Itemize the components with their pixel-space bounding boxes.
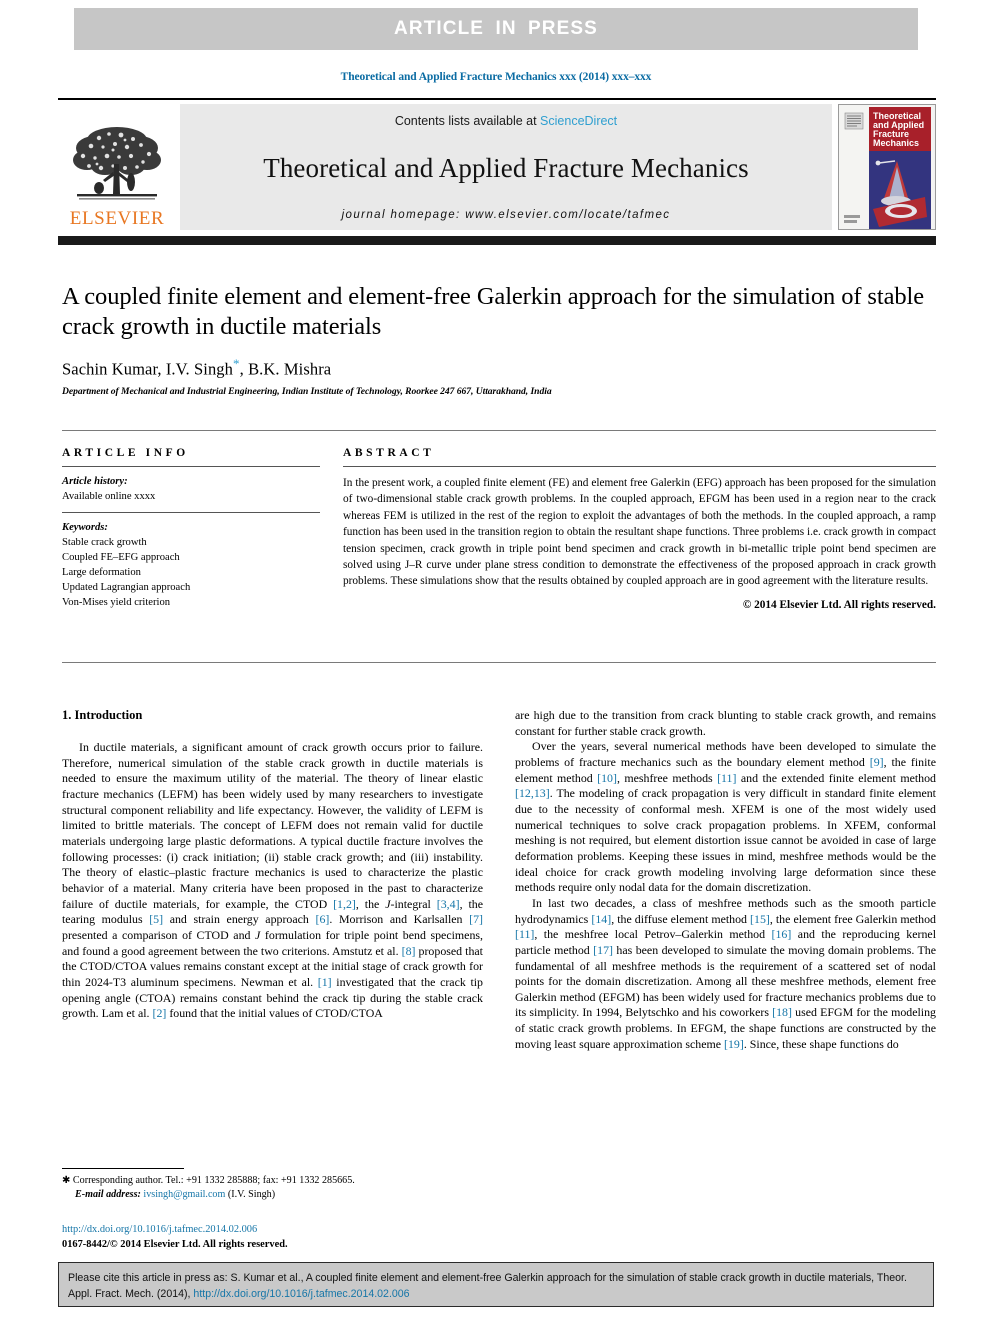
email-link[interactable]: ivsingh@gmail.com bbox=[143, 1189, 225, 1200]
authors-rest: , B.K. Mishra bbox=[239, 359, 332, 379]
body-paragraph: Over the years, several numerical method… bbox=[515, 739, 936, 895]
citation-reference[interactable]: [18] bbox=[772, 1005, 792, 1019]
abstract-column: ABSTRACT In the present work, a coupled … bbox=[343, 447, 936, 618]
body-column-right: are high due to the transition from crac… bbox=[515, 708, 936, 1052]
corresponding-author-note: ✱ Corresponding author. Tel.: +91 1332 2… bbox=[62, 1174, 483, 1188]
contents-lists-prefix: Contents lists available at bbox=[394, 114, 541, 128]
body-paragraph: In ductile materials, a significant amou… bbox=[62, 740, 484, 1021]
citation-doi-link[interactable]: http://dx.doi.org/10.1016/j.tafmec.2014.… bbox=[193, 1288, 409, 1300]
issn-copyright-line: 0167-8442/© 2014 Elsevier Ltd. All right… bbox=[62, 1239, 288, 1251]
corresponding-author-text: Corresponding author. Tel.: +91 1332 285… bbox=[72, 1175, 355, 1186]
citation-reference[interactable]: [2] bbox=[152, 1006, 166, 1020]
keyword-item: Large deformation bbox=[62, 567, 141, 579]
article-history-group: Article history: Available online xxxx bbox=[62, 467, 320, 512]
keyword-item: Von-Mises yield criterion bbox=[62, 597, 171, 609]
citation-reference[interactable]: [7] bbox=[469, 912, 483, 926]
asterisk-icon: ✱ bbox=[62, 1175, 71, 1186]
journal-cover-thumbnail[interactable]: Theoretical and Applied Fracture Mechani… bbox=[838, 104, 936, 230]
keywords-label: Keywords: bbox=[62, 522, 108, 534]
abstract-copyright: © 2014 Elsevier Ltd. All rights reserved… bbox=[742, 598, 936, 611]
citation-reference[interactable]: [19] bbox=[724, 1037, 744, 1051]
svg-text:Mechanics: Mechanics bbox=[873, 138, 919, 148]
doi-link[interactable]: http://dx.doi.org/10.1016/j.tafmec.2014.… bbox=[62, 1222, 288, 1237]
keywords-group: Keywords: Stable crack growth Coupled FE… bbox=[62, 513, 320, 618]
citation-reference[interactable]: [8] bbox=[402, 944, 416, 958]
info-top-rule bbox=[62, 430, 936, 431]
sciencedirect-link[interactable]: ScienceDirect bbox=[540, 114, 617, 128]
article-header: A coupled finite element and element-fre… bbox=[62, 282, 936, 397]
citation-reference[interactable]: [11] bbox=[515, 927, 534, 941]
corresponding-author-marker[interactable]: * bbox=[233, 356, 240, 371]
authors-first: Sachin Kumar, I.V. Singh bbox=[62, 359, 234, 379]
citation-box: Please cite this article in press as: S.… bbox=[58, 1262, 934, 1307]
email-address-label: E-mail address: bbox=[75, 1189, 141, 1201]
journal-masthead: ELSEVIER Contents lists available at Sci… bbox=[58, 98, 936, 230]
doi-block: http://dx.doi.org/10.1016/j.tafmec.2014.… bbox=[62, 1222, 288, 1252]
email-owner: (I.V. Singh) bbox=[227, 1189, 276, 1201]
body-paragraph: are high due to the transition from crac… bbox=[515, 708, 936, 738]
body-column-left: 1. Introduction In ductile materials, a … bbox=[62, 708, 483, 1052]
journal-title: Theoretical and Applied Fracture Mechani… bbox=[263, 153, 749, 183]
citation-reference[interactable]: [1,2] bbox=[333, 897, 356, 911]
citation-reference[interactable]: [3,4] bbox=[437, 897, 460, 911]
info-abstract-row: ARTICLE INFO Article history: Available … bbox=[62, 447, 936, 618]
abstract-heading: ABSTRACT bbox=[343, 447, 435, 459]
article-in-press-banner: ARTICLE IN PRESS bbox=[74, 8, 918, 50]
journal-homepage-link[interactable]: journal homepage: www.elsevier.com/locat… bbox=[342, 209, 671, 221]
contents-lists-line: Contents lists available at ScienceDirec… bbox=[395, 114, 617, 128]
citation-reference[interactable]: [10] bbox=[597, 771, 617, 785]
page-title: A coupled finite element and element-fre… bbox=[62, 283, 924, 340]
footnote-block: ✱ Corresponding author. Tel.: +91 1332 2… bbox=[62, 1168, 483, 1202]
citation-reference[interactable]: [12,13] bbox=[515, 786, 550, 800]
article-in-press-label: ARTICLE IN PRESS bbox=[394, 18, 598, 39]
journal-cover-art: Theoretical and Applied Fracture Mechani… bbox=[839, 105, 933, 229]
keyword-item: Updated Lagrangian approach bbox=[62, 582, 191, 594]
author-list: Sachin Kumar, I.V. Singh*, B.K. Mishra bbox=[62, 356, 936, 380]
elsevier-tree-icon bbox=[73, 127, 161, 200]
section-title-introduction: 1. Introduction bbox=[62, 708, 143, 722]
article-history-label: Article history: bbox=[62, 476, 128, 487]
citation-reference[interactable]: [11] bbox=[717, 771, 736, 785]
citation-reference[interactable]: [15] bbox=[750, 912, 770, 926]
citation-reference[interactable]: [17] bbox=[593, 943, 613, 957]
keyword-item: Stable crack growth bbox=[62, 537, 147, 549]
masthead-bottom-rule bbox=[58, 236, 936, 245]
citation-reference[interactable]: [14] bbox=[591, 912, 611, 926]
article-history-value: Available online xxxx bbox=[62, 491, 156, 503]
citation-reference[interactable]: [9] bbox=[870, 755, 884, 769]
elsevier-logo: ELSEVIER bbox=[58, 104, 176, 230]
citation-reference[interactable]: [6] bbox=[316, 912, 330, 926]
citation-reference[interactable]: [16] bbox=[772, 927, 792, 941]
citation-reference[interactable]: [5] bbox=[149, 912, 163, 926]
article-info-heading: ARTICLE INFO bbox=[62, 447, 189, 459]
body-columns: 1. Introduction In ductile materials, a … bbox=[62, 708, 936, 1052]
elsevier-wordmark: ELSEVIER bbox=[69, 208, 165, 229]
running-head: Theoretical and Applied Fracture Mechani… bbox=[340, 71, 652, 83]
footnote-rule bbox=[62, 1168, 184, 1169]
keyword-item: Coupled FE–EFG approach bbox=[62, 552, 180, 564]
email-note: E-mail address: ivsingh@gmail.com (I.V. … bbox=[62, 1188, 483, 1202]
body-paragraph: In last two decades, a class of meshfree… bbox=[515, 895, 937, 1051]
citation-reference[interactable]: [1] bbox=[318, 975, 332, 989]
journal-band: Contents lists available at ScienceDirec… bbox=[180, 104, 832, 230]
affiliation: Department of Mechanical and Industrial … bbox=[62, 386, 552, 398]
info-bottom-rule bbox=[62, 662, 936, 663]
article-info-column: ARTICLE INFO Article history: Available … bbox=[62, 447, 320, 618]
abstract-text: In the present work, a coupled finite el… bbox=[343, 477, 936, 588]
